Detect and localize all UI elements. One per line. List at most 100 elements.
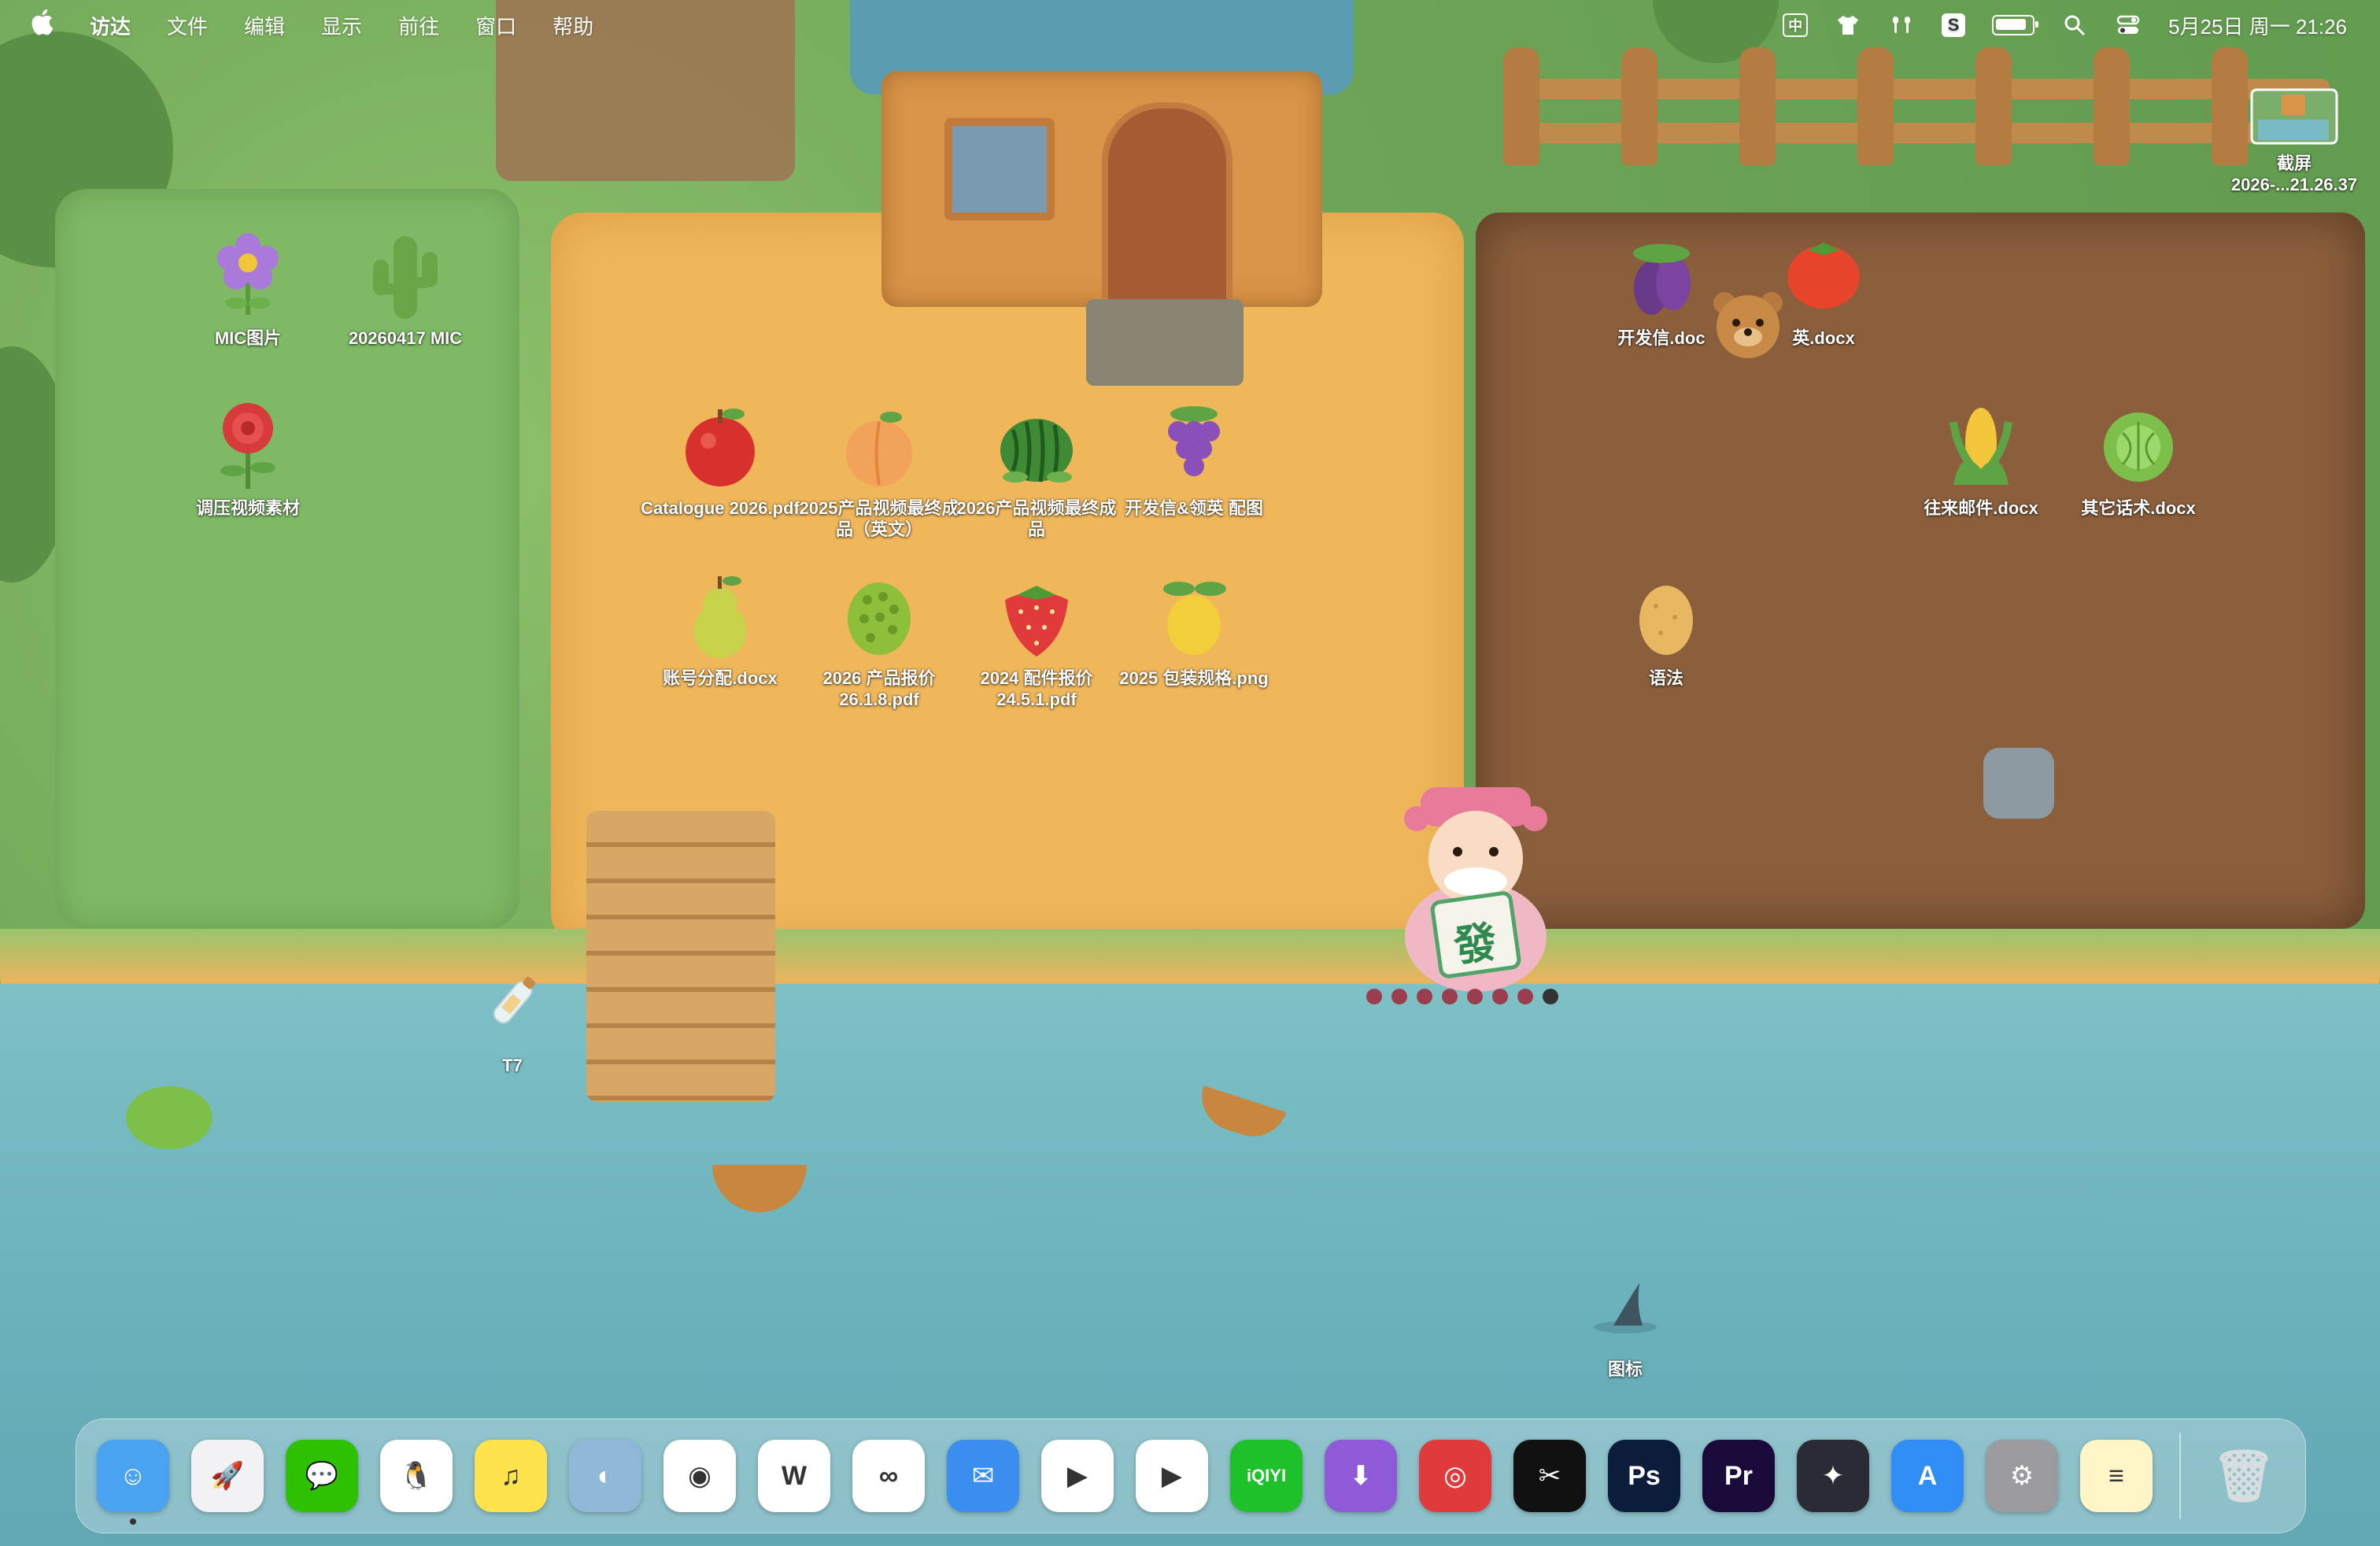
desktop-icon-video-final-en[interactable]: 2025产品视频最终成品（英文） bbox=[796, 398, 962, 540]
bottle-icon bbox=[465, 956, 560, 1050]
tencent-video-icon: ▶ bbox=[1161, 1461, 1183, 1491]
photoshop-icon: Ps bbox=[1628, 1460, 1661, 1491]
icon-label: 开发信.doc bbox=[1617, 328, 1706, 348]
desktop-icon-t7-drive[interactable]: T7 bbox=[430, 956, 595, 1076]
icon-label: 2025 包装规格.png bbox=[1119, 668, 1269, 688]
pet-toolbar-button[interactable] bbox=[1543, 989, 1558, 1004]
desktop-icon-screenshot[interactable]: 截屏 2026-...21.26.37 bbox=[2212, 85, 2377, 195]
dock-app-wps[interactable]: W bbox=[758, 1440, 830, 1512]
desktop-icon-mail-docx[interactable]: 往来邮件.docx bbox=[1898, 398, 2064, 519]
cabbage-icon bbox=[2091, 398, 2186, 493]
pet-toolbar[interactable] bbox=[1366, 989, 1558, 1004]
corn-icon bbox=[1934, 398, 2028, 493]
menu-edit[interactable]: 编辑 bbox=[244, 11, 285, 40]
icon-label: 账号分配.docx bbox=[663, 668, 778, 688]
dock-app-wechat[interactable]: 💬 bbox=[286, 1440, 358, 1512]
pet-toolbar-button[interactable] bbox=[1366, 989, 1382, 1004]
pet-toolbar-button[interactable] bbox=[1517, 989, 1533, 1004]
desktop-icon-video-material[interactable]: 调压视频素材 bbox=[165, 398, 331, 519]
pet-toolbar-button[interactable] bbox=[1391, 989, 1407, 1004]
menu-go[interactable]: 前往 bbox=[398, 11, 439, 40]
dock-app-system-settings[interactable]: ⚙ bbox=[1986, 1440, 2058, 1512]
pet-toolbar-button[interactable] bbox=[1492, 989, 1508, 1004]
apple-menu-icon[interactable] bbox=[30, 9, 54, 43]
desktop-icon-parts-quote-2024[interactable]: 2024 配件报价24.5.1.pdf bbox=[954, 568, 1119, 710]
trash-icon: 🗑 bbox=[2212, 1447, 2276, 1504]
feishu-chat-icon: ✉ bbox=[971, 1461, 995, 1491]
dock-app-iqiyi[interactable]: iQIYI bbox=[1230, 1440, 1303, 1512]
dock-app-capcut[interactable]: ✂ bbox=[1513, 1440, 1586, 1512]
icon-label: 图标 bbox=[1607, 1359, 1643, 1379]
pet-toolbar-button[interactable] bbox=[1417, 989, 1432, 1004]
dock-app-baidu-netdisk[interactable]: ∞ bbox=[852, 1440, 925, 1512]
chrome-icon: ◉ bbox=[688, 1461, 711, 1491]
dock-app-trash[interactable]: 🗑 bbox=[2208, 1440, 2280, 1512]
desktop-icon-packaging-2025[interactable]: 2025 包装规格.png bbox=[1111, 568, 1277, 689]
control-center-icon[interactable] bbox=[2115, 13, 2142, 37]
menu-file[interactable]: 文件 bbox=[167, 11, 208, 40]
desktop-icon-video-final-2026[interactable]: 2026产品视频最终成品 bbox=[954, 398, 1119, 540]
desktop-pet-god-of-wealth[interactable]: 發 bbox=[1385, 779, 1566, 992]
desktop-icon-talk-docx[interactable]: 其它话术.docx bbox=[2056, 398, 2221, 519]
pet-toolbar-button[interactable] bbox=[1442, 989, 1458, 1004]
pet-toolbar-button[interactable] bbox=[1467, 989, 1483, 1004]
pear-icon bbox=[673, 568, 767, 663]
dock-app-premiere[interactable]: Pr bbox=[1702, 1440, 1775, 1512]
pet-badge-character: 發 bbox=[1451, 918, 1500, 971]
dock-separator bbox=[2179, 1433, 2181, 1519]
dock-app-qq-music[interactable]: ♫ bbox=[475, 1440, 547, 1512]
dock-app-chrome[interactable]: ◉ bbox=[663, 1440, 736, 1512]
menu-window[interactable]: 窗口 bbox=[475, 11, 516, 40]
bear-cub-icon bbox=[1705, 283, 1791, 370]
dock-app-photoshop[interactable]: Ps bbox=[1608, 1440, 1680, 1512]
desktop-icon-kaifaxin-images[interactable]: 开发信&领英 配图 bbox=[1111, 398, 1277, 519]
apple-fruit-icon bbox=[673, 398, 767, 493]
desktop-icon-logo-folder[interactable]: 图标 bbox=[1543, 1259, 1708, 1380]
battery-icon[interactable] bbox=[1992, 15, 2039, 35]
desktop-icon-mic-pictures[interactable]: MIC图片 bbox=[165, 228, 331, 349]
dock-app-finder[interactable]: ☺ bbox=[97, 1440, 169, 1525]
desktop-icon-mic-20260417[interactable]: 20260417 MIC bbox=[323, 228, 488, 349]
desktop-icon-account-docx[interactable]: 账号分配.docx bbox=[638, 568, 803, 689]
dock-app-qq[interactable]: 🐧 bbox=[380, 1440, 453, 1512]
dock-app-feishu-chat[interactable]: ✉ bbox=[947, 1440, 1019, 1512]
lemon-icon bbox=[1147, 568, 1241, 663]
menu-view[interactable]: 显示 bbox=[321, 11, 362, 40]
watering-can bbox=[1983, 748, 2054, 819]
dock-app-notes[interactable]: ≡ bbox=[2080, 1440, 2153, 1512]
dock-app-davinci[interactable]: ✦ bbox=[1797, 1440, 1869, 1512]
app-store-icon: A bbox=[1917, 1460, 1938, 1491]
shark-fin-icon bbox=[1578, 1259, 1672, 1354]
icon-label: 2025产品视频最终成品（英文） bbox=[799, 498, 959, 539]
input-method-icon[interactable]: 中 bbox=[1783, 13, 1809, 37]
strawberry-icon bbox=[989, 568, 1084, 663]
notes-icon: ≡ bbox=[2108, 1460, 2124, 1491]
icon-label: 20260417 MIC bbox=[348, 328, 463, 348]
qq-browser-icon: ◐ bbox=[597, 1460, 614, 1491]
dock-app-downie[interactable]: ⬇ bbox=[1325, 1440, 1397, 1512]
spotlight-search-icon[interactable] bbox=[2061, 13, 2088, 37]
downie-icon: ⬇ bbox=[1349, 1461, 1373, 1491]
menu-bar-clock[interactable]: 5月25日 周一 21:26 bbox=[2168, 11, 2347, 40]
screenshot-label-line1: 截屏 bbox=[2276, 153, 2312, 173]
prompt-app-icon: ▶ bbox=[1066, 1461, 1088, 1491]
icon-label: Catalogue 2026.pdf bbox=[641, 498, 800, 518]
launchpad-icon: 🚀 bbox=[210, 1461, 245, 1491]
dock-app-netease-music[interactable]: ◎ bbox=[1419, 1440, 1491, 1512]
icon-label: 2026产品视频最终成品 bbox=[956, 498, 1117, 539]
tshirt-icon[interactable] bbox=[1835, 13, 1861, 37]
dock-app-tencent-video[interactable]: ▶ bbox=[1136, 1440, 1208, 1512]
airpods-icon[interactable] bbox=[1888, 13, 1915, 37]
iqiyi-icon: iQIYI bbox=[1246, 1466, 1287, 1485]
active-app-name[interactable]: 访达 bbox=[90, 11, 131, 40]
grapes-icon bbox=[1147, 398, 1241, 493]
dock-app-qq-browser[interactable]: ◐ bbox=[569, 1440, 641, 1512]
desktop-icon-quote-2026[interactable]: 2026 产品报价26.1.8.pdf bbox=[796, 568, 962, 710]
dock-app-app-store[interactable]: A bbox=[1891, 1440, 1964, 1512]
menu-help[interactable]: 帮助 bbox=[552, 11, 593, 40]
dock-app-prompt-app[interactable]: ▶ bbox=[1041, 1440, 1114, 1512]
sogou-input-icon[interactable]: S bbox=[1942, 13, 1966, 37]
dock-app-launchpad[interactable]: 🚀 bbox=[191, 1440, 264, 1512]
desktop-icon-grammar[interactable]: 语法 bbox=[1584, 568, 1749, 689]
desktop-icon-catalogue[interactable]: Catalogue 2026.pdf bbox=[638, 398, 803, 519]
